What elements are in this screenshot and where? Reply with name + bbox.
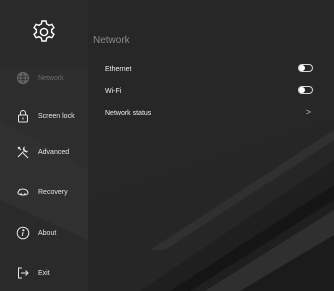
ethernet-row: Ethernet — [105, 62, 315, 76]
wifi-row: Wi-Fi — [105, 84, 315, 98]
sidebar-item-advanced[interactable]: Advanced — [0, 137, 88, 167]
wifi-label: Wi-Fi — [105, 87, 122, 95]
sidebar-item-label: About — [38, 229, 57, 237]
sidebar-item-label: Screen lock — [38, 112, 75, 120]
globe-icon — [16, 71, 30, 85]
sidebar: Network Screen lock Advanced Recovery Ab… — [0, 0, 88, 291]
sidebar-item-label: Recovery — [38, 188, 68, 196]
gear-icon — [30, 18, 58, 46]
sidebar-item-label: Advanced — [38, 148, 70, 156]
info-icon — [16, 226, 30, 240]
ethernet-toggle[interactable] — [298, 64, 313, 72]
sidebar-item-label: Network — [38, 74, 64, 82]
network-status-label: Network status — [105, 109, 152, 117]
sidebar-item-network[interactable]: Network — [0, 63, 88, 93]
recovery-icon — [16, 185, 30, 199]
settings-window: Network Screen lock Advanced Recovery Ab… — [0, 0, 334, 291]
exit-icon — [16, 266, 30, 280]
sidebar-item-screen-lock[interactable]: Screen lock — [0, 101, 88, 131]
sidebar-item-about[interactable]: About — [0, 218, 88, 248]
chevron-right-icon: > — [305, 107, 311, 117]
sidebar-item-exit[interactable]: Exit — [0, 258, 88, 288]
tools-icon — [16, 145, 30, 159]
toggle-knob — [299, 87, 305, 93]
sidebar-item-recovery[interactable]: Recovery — [0, 177, 88, 207]
page-title: Network — [93, 35, 130, 46]
toggle-knob — [299, 65, 305, 71]
sidebar-item-label: Exit — [38, 269, 50, 277]
lock-icon — [16, 109, 30, 123]
network-status-row[interactable]: Network status > — [105, 106, 315, 120]
ethernet-label: Ethernet — [105, 65, 132, 73]
wifi-toggle[interactable] — [298, 86, 313, 94]
